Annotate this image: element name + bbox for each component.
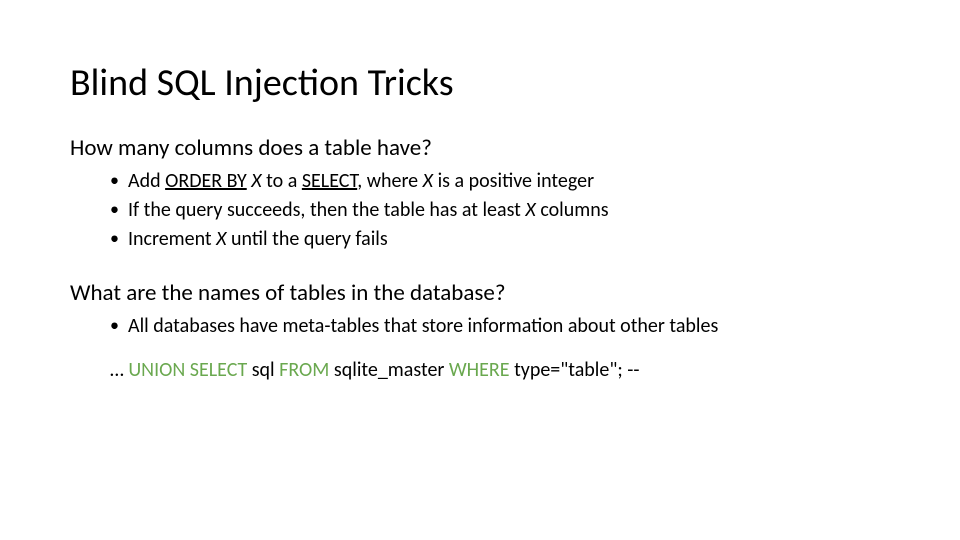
text: columns: [536, 198, 609, 222]
text: sql: [247, 358, 279, 382]
bullet-3: Increment X until the query fails: [110, 226, 890, 253]
section-2-heading: What are the names of tables in the data…: [70, 279, 890, 307]
slide-title: Blind SQL Injection Tricks: [70, 60, 890, 106]
text: Increment: [128, 227, 216, 251]
section-1-heading: How many columns does a table have?: [70, 134, 890, 162]
sql-keyword-where: WHERE: [449, 358, 510, 382]
keyword-order-by: ORDER BY: [165, 169, 247, 193]
text: until the query fails: [227, 227, 388, 251]
text: If the query succeeds, then the table ha…: [128, 198, 525, 222]
text: …: [110, 358, 128, 382]
section-1-bullets: Add ORDER BY X to a SELECT, where X is a…: [110, 168, 890, 253]
text: Add: [128, 169, 165, 193]
text: , where: [357, 169, 422, 193]
bullet-4: All databases have meta-tables that stor…: [110, 313, 890, 340]
sql-example: … UNION SELECT sql FROM sqlite_master WH…: [110, 358, 890, 382]
text: sqlite_master: [329, 358, 449, 382]
slide: Blind SQL Injection Tricks How many colu…: [0, 0, 960, 422]
text: to a: [262, 169, 302, 193]
text: is a positive integer: [433, 169, 594, 193]
text: type="table"; --: [510, 358, 640, 382]
section-2-bullets: All databases have meta-tables that stor…: [110, 313, 890, 340]
var-x: X: [247, 169, 262, 193]
bullet-2: If the query succeeds, then the table ha…: [110, 197, 890, 224]
var-x: X: [525, 198, 535, 222]
sql-keyword-union-select: UNION SELECT: [128, 358, 247, 382]
keyword-select: SELECT: [302, 169, 357, 193]
bullet-1: Add ORDER BY X to a SELECT, where X is a…: [110, 168, 890, 195]
var-x: X: [216, 227, 226, 251]
sql-keyword-from: FROM: [279, 358, 329, 382]
var-x: X: [423, 169, 433, 193]
